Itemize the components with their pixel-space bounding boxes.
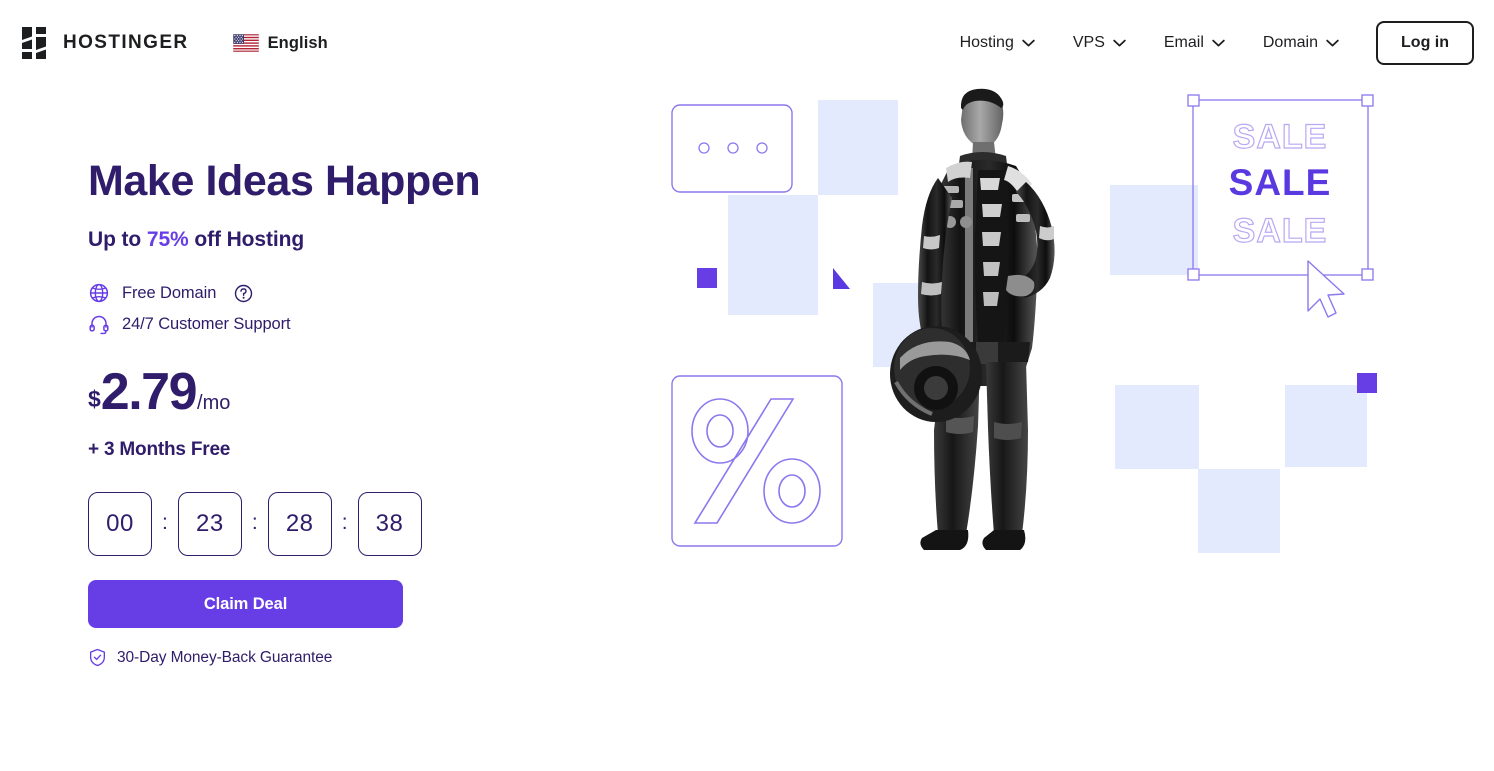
- price-display: $ 2.79 /mo: [88, 366, 660, 418]
- feature-customer-support: 24/7 Customer Support: [88, 313, 660, 335]
- language-label: English: [267, 33, 328, 52]
- nav-label: Domain: [1262, 34, 1319, 51]
- shield-check-icon: [88, 648, 107, 667]
- claim-deal-button[interactable]: Claim Deal: [88, 580, 403, 629]
- nav-item-domain[interactable]: Domain: [1244, 24, 1358, 62]
- chevron-down-icon: [1113, 39, 1126, 47]
- price-amount: 2.79: [100, 363, 198, 422]
- subtitle-prefix: Up to: [88, 228, 147, 252]
- nav-label: Email: [1163, 34, 1204, 51]
- sale-text-middle: SALE: [1229, 162, 1332, 203]
- page-title: Make Ideas Happen: [88, 157, 481, 205]
- accent-square-left: [697, 268, 717, 288]
- brand-name: HOSTINGER: [63, 32, 189, 53]
- timer-hours: 23: [177, 492, 242, 557]
- nav-item-email[interactable]: Email: [1145, 24, 1244, 62]
- bonus-months-label: + 3 Months Free: [88, 439, 231, 461]
- chevron-down-icon: [1022, 39, 1035, 47]
- timer-seconds: 38: [357, 492, 422, 557]
- timer-separator: :: [341, 511, 348, 535]
- hero-illustration: SALE SALE SALE: [660, 86, 1494, 771]
- sale-text-top: SALE: [1233, 118, 1328, 156]
- feature-label: 24/7 Customer Support: [122, 314, 291, 333]
- globe-icon: [88, 282, 110, 304]
- feature-label: Free Domain: [122, 283, 217, 302]
- hero-content: Make Ideas Happen Up to 75% off Hosting …: [0, 86, 660, 771]
- sale-text-bottom: SALE: [1233, 212, 1328, 250]
- brand-logo[interactable]: HOSTINGER: [22, 27, 189, 59]
- timer-days: 00: [88, 492, 152, 557]
- helmet: [890, 326, 982, 422]
- nav-item-vps[interactable]: VPS: [1054, 24, 1145, 62]
- question-circle-icon[interactable]: [228, 284, 253, 303]
- countdown-timer: 00 : 23 : 28 : 38: [88, 492, 660, 557]
- discount-percent: 75%: [146, 228, 189, 252]
- chevron-down-icon: [1326, 39, 1339, 47]
- accent-triangle: [833, 268, 850, 289]
- hero-section: Make Ideas Happen Up to 75% off Hosting …: [0, 86, 1494, 771]
- headset-icon: [88, 313, 110, 335]
- subtitle-suffix: off Hosting: [188, 228, 305, 252]
- browser-window-graphic: [671, 104, 793, 193]
- timer-separator: :: [162, 511, 168, 535]
- hostinger-h-logo-icon: [22, 27, 52, 59]
- nav-item-hosting[interactable]: Hosting: [941, 24, 1054, 62]
- timer-separator: :: [251, 511, 258, 535]
- price-period: /mo: [197, 392, 231, 415]
- main-nav: Hosting VPS Email Domain Log in: [941, 21, 1474, 65]
- percent-graphic: [671, 375, 843, 547]
- feature-list: Free Domain 24/7 Customer Support: [88, 282, 660, 335]
- site-header: HOSTINGER English Hosting VPS Email Doma…: [0, 0, 1494, 86]
- chevron-down-icon: [1212, 39, 1225, 47]
- hero-subtitle: Up to 75% off Hosting: [88, 228, 660, 252]
- nav-label: Hosting: [959, 34, 1014, 51]
- guarantee-label: 30-Day Money-Back Guarantee: [117, 648, 333, 666]
- feature-free-domain: Free Domain: [88, 282, 660, 304]
- login-button[interactable]: Log in: [1376, 21, 1474, 65]
- language-selector[interactable]: English: [232, 33, 328, 53]
- nav-label: VPS: [1072, 34, 1105, 51]
- cursor-arrow-icon: [1307, 260, 1345, 318]
- timer-minutes: 28: [267, 492, 332, 557]
- money-back-guarantee: 30-Day Money-Back Guarantee: [88, 648, 660, 667]
- accent-square-right: [1357, 373, 1377, 393]
- price-currency: $: [88, 386, 101, 413]
- us-flag-icon: [232, 34, 259, 52]
- sale-graphic: SALE SALE SALE: [1187, 94, 1374, 318]
